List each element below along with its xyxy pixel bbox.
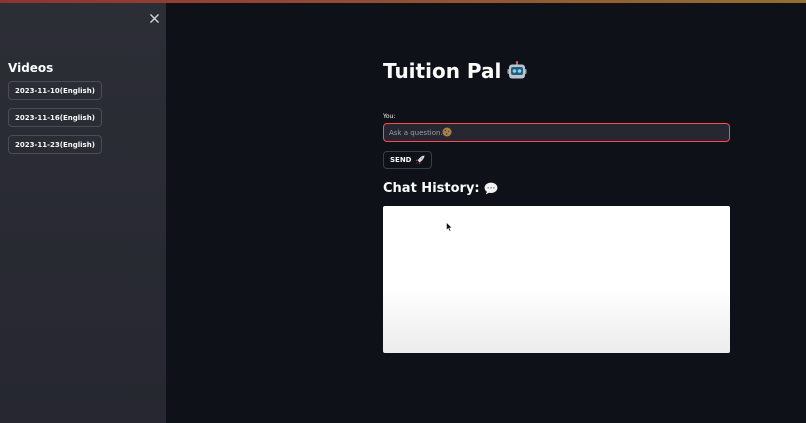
- video-button-1[interactable]: 2023-11-10(English): [8, 81, 102, 100]
- chat-history-heading-text: Chat History:: [383, 181, 480, 196]
- input-label: You:: [383, 113, 396, 120]
- send-button[interactable]: SEND: [383, 151, 432, 169]
- sidebar-close-button[interactable]: [146, 10, 162, 26]
- robot-icon: [507, 61, 527, 79]
- main-content: Tuition Pal You: SEND Chat History:: [166, 3, 806, 423]
- mouse-cursor-icon: [446, 222, 453, 232]
- page-title: Tuition Pal: [383, 59, 527, 83]
- cookie-icon: [442, 127, 452, 137]
- video-button-3[interactable]: 2023-11-23(English): [8, 135, 102, 154]
- video-button-2[interactable]: 2023-11-16(English): [8, 108, 102, 127]
- chat-history-box[interactable]: [383, 206, 730, 353]
- send-button-label: SEND: [390, 156, 412, 164]
- chat-history-heading: Chat History:: [383, 181, 498, 196]
- page-title-text: Tuition Pal: [383, 59, 502, 83]
- speech-bubble-icon: [484, 182, 498, 195]
- close-icon: [149, 13, 159, 23]
- sidebar-title: Videos: [8, 61, 54, 75]
- sidebar: Videos 2023-11-10(English) 2023-11-16(En…: [0, 3, 166, 423]
- rocket-icon: [415, 155, 424, 165]
- question-input[interactable]: [383, 123, 730, 142]
